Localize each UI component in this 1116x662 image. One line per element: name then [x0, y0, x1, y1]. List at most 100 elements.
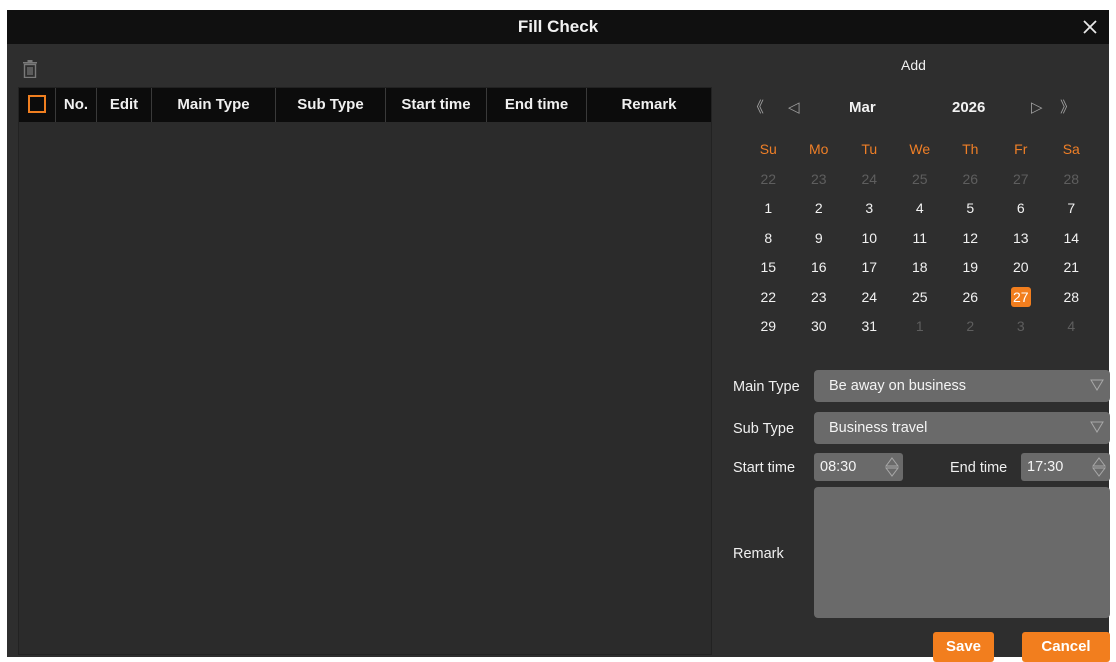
- calendar-day[interactable]: 16: [794, 253, 845, 283]
- calendar-day[interactable]: 4: [895, 194, 946, 224]
- weekday-label: Fr: [1014, 141, 1028, 157]
- prev-year-icon[interactable]: 《: [749, 95, 764, 121]
- calendar-day[interactable]: 29: [743, 312, 794, 342]
- spinner-icon[interactable]: [1092, 457, 1106, 477]
- calendar-day-number: 26: [962, 170, 979, 187]
- calendar-day-number: 17: [861, 259, 878, 275]
- calendar-day-number: 2: [814, 200, 823, 216]
- calendar-day[interactable]: 2: [794, 194, 845, 224]
- main-type-select[interactable]: Be away on business: [814, 370, 1110, 402]
- calendar-day[interactable]: 30: [794, 312, 845, 342]
- calendar-day[interactable]: 2: [945, 312, 996, 342]
- calendar-day-number: 4: [915, 200, 924, 216]
- trash-icon: [23, 60, 37, 79]
- calendar-day[interactable]: 9: [794, 224, 845, 254]
- calendar-day-number: 18: [911, 259, 928, 275]
- calendar-day[interactable]: 15: [743, 253, 794, 283]
- main-type-value: Be away on business: [829, 378, 967, 394]
- remark-textarea[interactable]: [814, 487, 1110, 618]
- calendar-day-number: 6: [1016, 200, 1025, 216]
- calendar-day-number: 15: [760, 259, 777, 275]
- calendar-day[interactable]: 21: [1046, 253, 1097, 283]
- calendar-day[interactable]: 18: [895, 253, 946, 283]
- calendar-day[interactable]: 11: [895, 224, 946, 254]
- calendar-day[interactable]: 31: [844, 312, 895, 342]
- calendar-day-number: 24: [861, 170, 878, 187]
- calendar-day[interactable]: 8: [743, 224, 794, 254]
- calendar-year[interactable]: 2026: [952, 95, 985, 121]
- calendar-day[interactable]: 12: [945, 224, 996, 254]
- calendar-day[interactable]: 28: [1046, 283, 1097, 313]
- calendar-day[interactable]: 26: [945, 283, 996, 313]
- calendar-day[interactable]: 26: [945, 165, 996, 195]
- column-header-end-time[interactable]: End time: [487, 88, 587, 122]
- calendar-month[interactable]: Mar: [849, 95, 876, 121]
- calendar-day[interactable]: 7: [1046, 194, 1097, 224]
- calendar-day[interactable]: 3: [996, 312, 1047, 342]
- calendar-day-number: 3: [1016, 318, 1025, 334]
- calendar-day-number: 12: [962, 229, 979, 246]
- select-all-checkbox[interactable]: [28, 94, 46, 113]
- column-header-start-time[interactable]: Start time: [386, 88, 487, 122]
- calendar-day[interactable]: 28: [1046, 165, 1097, 195]
- calendar-day[interactable]: 22: [743, 165, 794, 195]
- column-header-remark[interactable]: Remark: [587, 88, 711, 122]
- calendar-day[interactable]: 19: [945, 253, 996, 283]
- calendar-day[interactable]: 24: [844, 283, 895, 313]
- delete-button[interactable]: [22, 60, 38, 79]
- calendar-day[interactable]: 23: [794, 283, 845, 313]
- calendar-day[interactable]: 1: [895, 312, 946, 342]
- calendar-weekday-row: Su Mo Tu We Th Fr Sa: [743, 135, 1097, 165]
- weekday-label: Sa: [1062, 141, 1080, 157]
- sub-type-value: Business travel: [829, 420, 928, 436]
- calendar-day-number: 26: [962, 288, 979, 305]
- column-header-no[interactable]: No.: [56, 88, 97, 122]
- calendar-day-number: 10: [861, 229, 878, 246]
- weekday-label: We: [909, 141, 931, 157]
- calendar-day-number: 16: [810, 259, 827, 275]
- calendar-day-number: 22: [760, 288, 777, 305]
- calendar-day[interactable]: 1: [743, 194, 794, 224]
- save-button[interactable]: Save: [933, 632, 994, 662]
- end-time-field[interactable]: 17:30: [1021, 453, 1110, 481]
- calendar-day[interactable]: 10: [844, 224, 895, 254]
- calendar-day[interactable]: 23: [794, 165, 845, 195]
- calendar-header: 《 ◁ Mar 2026 ▷ 》: [718, 95, 1109, 121]
- calendar-day[interactable]: 22: [743, 283, 794, 313]
- chevron-down-icon: [1090, 421, 1104, 433]
- column-header-edit[interactable]: Edit: [97, 88, 152, 122]
- close-button[interactable]: [1077, 14, 1103, 40]
- next-month-icon[interactable]: ▷: [1031, 95, 1043, 121]
- column-header-sub-type[interactable]: Sub Type: [276, 88, 386, 122]
- calendar-week-row: 1 2 3 4 5 6 7: [743, 194, 1097, 224]
- cancel-button[interactable]: Cancel: [1022, 632, 1110, 662]
- calendar-day[interactable]: 3: [844, 194, 895, 224]
- calendar-day-number: 29: [760, 318, 777, 334]
- calendar-week-row: 15 16 17 18 19 20 21: [743, 253, 1097, 283]
- column-header-main-type[interactable]: Main Type: [152, 88, 276, 122]
- calendar-day[interactable]: 14: [1046, 224, 1097, 254]
- calendar-day[interactable]: 6: [996, 194, 1047, 224]
- calendar-day[interactable]: 17: [844, 253, 895, 283]
- spinner-icon[interactable]: [885, 457, 899, 477]
- calendar-day-number: 31: [861, 318, 878, 334]
- calendar-day[interactable]: 20: [996, 253, 1047, 283]
- calendar-day[interactable]: 13: [996, 224, 1047, 254]
- calendar-day[interactable]: 5: [945, 194, 996, 224]
- calendar-day-number: 9: [814, 229, 823, 246]
- next-year-icon[interactable]: 》: [1060, 95, 1075, 121]
- calendar-day[interactable]: 27: [996, 165, 1047, 195]
- calendar-day-number: 19: [962, 259, 979, 275]
- dialog-title: Fill Check: [517, 17, 599, 36]
- calendar-day-selected[interactable]: 27: [996, 283, 1047, 313]
- calendar-day[interactable]: 25: [895, 283, 946, 313]
- add-panel: Add 《 ◁ Mar 2026 ▷ 》 Su Mo Tu We Th Fr Sa 22 23 2…: [718, 50, 1110, 662]
- sub-type-select[interactable]: Business travel: [814, 412, 1110, 444]
- calendar-day[interactable]: 4: [1046, 312, 1097, 342]
- start-time-field[interactable]: 08:30: [814, 453, 903, 481]
- remark-label: Remark: [733, 546, 784, 562]
- calendar-grid: Su Mo Tu We Th Fr Sa 22 23 24 25 26 27 28 1 2 3 4 5 6 7 8 9 10 1…: [743, 135, 1097, 342]
- prev-month-icon[interactable]: ◁: [788, 95, 800, 121]
- calendar-day[interactable]: 25: [895, 165, 946, 195]
- calendar-day[interactable]: 24: [844, 165, 895, 195]
